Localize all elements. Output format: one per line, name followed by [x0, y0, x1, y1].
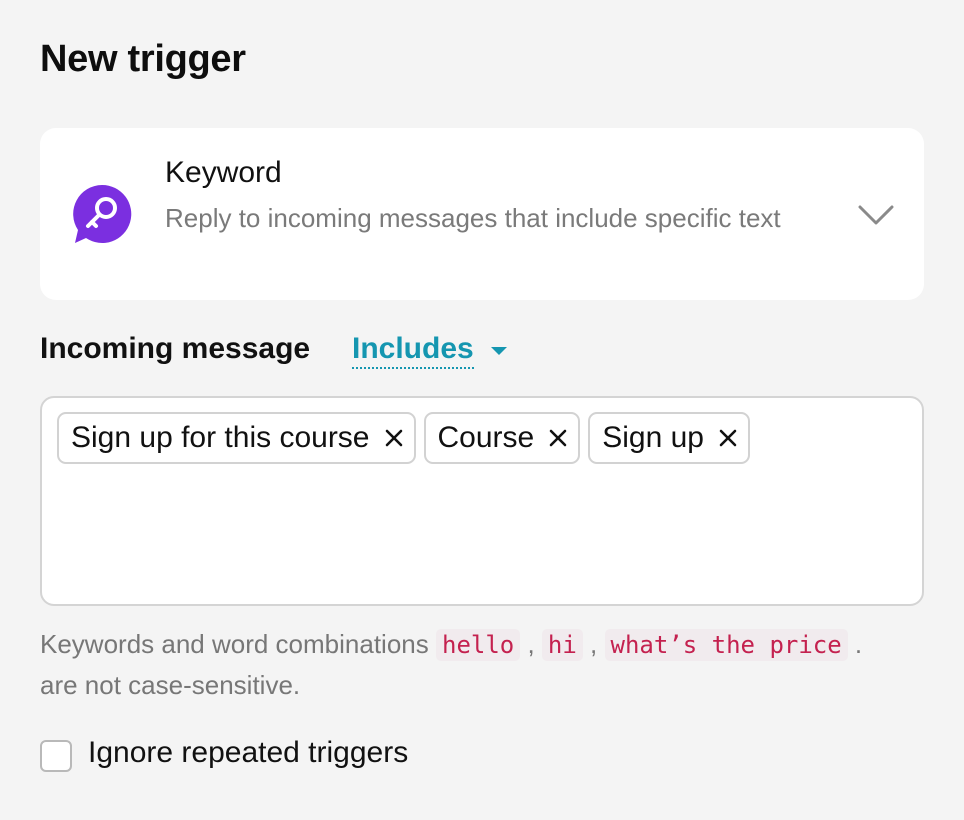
close-icon[interactable]	[548, 428, 568, 448]
incoming-message-label: Incoming message	[40, 332, 311, 365]
chevron-down-icon[interactable]	[857, 202, 895, 228]
keyword-tag: Course	[423, 412, 581, 464]
trigger-type-description: Reply to incoming messages that include …	[165, 203, 781, 233]
close-icon[interactable]	[384, 428, 404, 448]
keyword-tag: Sign up	[588, 412, 750, 464]
example-keyword: hello	[436, 629, 521, 661]
keywords-input[interactable]: Sign up for this course Course Sign up	[40, 396, 924, 606]
keyword-tag: Sign up for this course	[57, 412, 416, 464]
ignore-repeated-checkbox[interactable]	[40, 740, 72, 772]
keyword-tag-label: Course	[437, 421, 535, 454]
caret-down-icon[interactable]	[490, 346, 508, 356]
keywords-hint: Keywords and word combinations hello , h…	[40, 629, 863, 700]
trigger-type-name: Keyword	[165, 156, 282, 189]
close-icon[interactable]	[718, 428, 738, 448]
keyword-tag-label: Sign up	[602, 421, 704, 454]
hint-prefix: Keywords and word combinations	[40, 629, 429, 659]
example-keyword: hi	[541, 629, 583, 661]
keyword-tag-label: Sign up for this course	[71, 421, 370, 454]
keyword-icon	[73, 184, 132, 243]
page-title: New trigger	[40, 38, 246, 80]
example-keyword: what’s the price	[604, 629, 848, 661]
hint-suffix: are not case-sensitive.	[40, 670, 301, 700]
match-operator-dropdown[interactable]: Includes	[352, 332, 474, 369]
trigger-type-select[interactable]: Keyword Reply to incoming messages that …	[40, 128, 924, 300]
ignore-repeated-label[interactable]: Ignore repeated triggers	[88, 736, 408, 770]
